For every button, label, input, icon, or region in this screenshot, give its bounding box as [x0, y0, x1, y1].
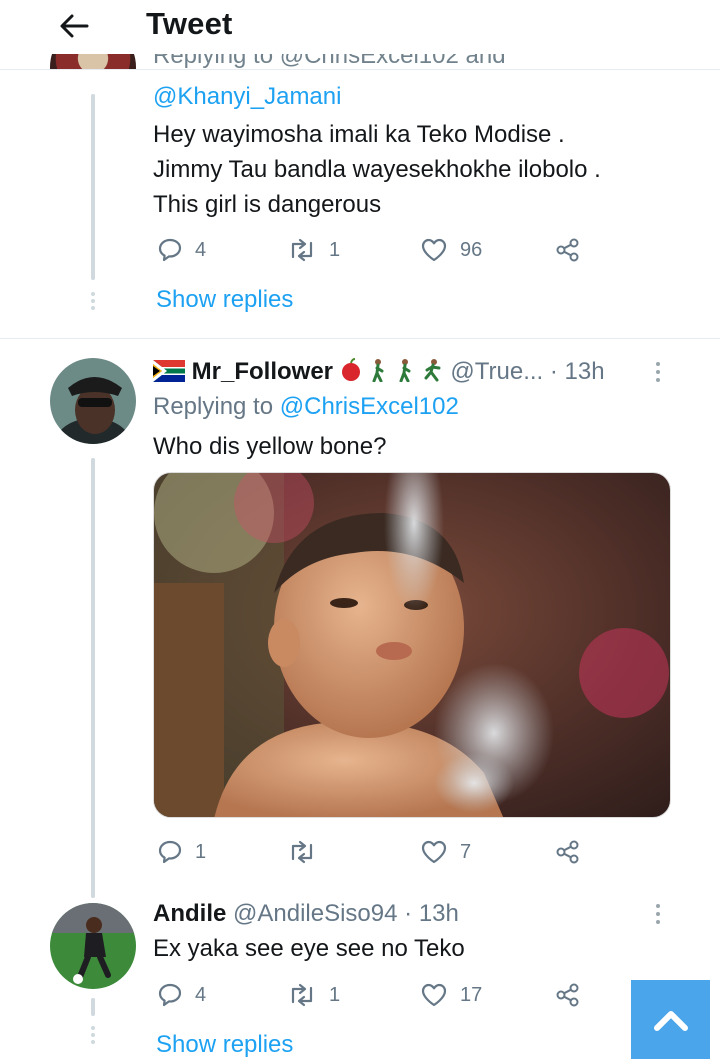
like-button[interactable]: 7 [420, 839, 471, 865]
tweet-text: Ex yaka see eye see no Teko [153, 935, 465, 962]
apple-emoji-icon [340, 358, 369, 385]
tweet-time: · 13h [404, 900, 459, 927]
tweet-text-line: Hey wayimosha imali ka Teko Modise . [153, 121, 565, 148]
share-button[interactable] [555, 839, 581, 865]
tweet-text: Hey wayimosha imali ka Teko Modise . Jim… [153, 117, 693, 222]
retweet-icon [291, 238, 313, 262]
share-icon [556, 983, 579, 1007]
more-icon[interactable] [656, 904, 662, 924]
scroll-to-top-button[interactable] [631, 980, 710, 1059]
chevron-up-icon [653, 1010, 688, 1031]
reply-icon [158, 238, 182, 262]
retweet-button[interactable]: 1 [287, 982, 340, 1008]
avatar[interactable] [50, 903, 136, 989]
share-icon [556, 840, 579, 864]
cutoff-row: Replying to @ChrisExcel102 and [0, 54, 720, 70]
author-handle: @AndileSiso94 [233, 900, 398, 927]
tweet-text: Who dis yellow bone? [153, 433, 387, 460]
avatar[interactable] [50, 54, 136, 69]
reply-count: 4 [195, 983, 207, 1006]
retweet-count: 1 [329, 983, 341, 1006]
like-button[interactable]: 17 [420, 982, 482, 1008]
reply-button[interactable]: 4 [157, 237, 206, 263]
replying-label: Replying to [153, 393, 274, 420]
author-name[interactable]: Mr_Follower [192, 358, 333, 385]
retweet-button[interactable]: 1 [287, 237, 340, 263]
avatar[interactable] [50, 358, 136, 444]
like-button[interactable]: 96 [420, 237, 482, 263]
tweet-time: · 13h [549, 358, 605, 385]
share-icon [556, 238, 579, 262]
retweet-button[interactable] [287, 839, 329, 865]
tweet-text-line: This girl is dangerous [153, 191, 382, 218]
show-replies-link[interactable]: Show replies [156, 1030, 293, 1060]
thread-line [91, 998, 95, 1016]
thread-dots [91, 292, 95, 310]
share-button[interactable] [555, 237, 581, 263]
replying-to: Replying to @ChrisExcel102 [153, 392, 459, 422]
show-replies-link[interactable]: Show replies [156, 285, 293, 315]
thread-dots [91, 1026, 95, 1044]
back-arrow-icon[interactable] [56, 8, 92, 44]
reply-count: 1 [195, 840, 207, 863]
reply-button[interactable]: 1 [157, 839, 206, 865]
south-africa-flag-icon [153, 360, 185, 390]
divider [0, 338, 720, 339]
tweet-text-line: Jimmy Tau bandla wayesekhokhe ilobolo . [153, 156, 601, 183]
walking-emoji-icon [368, 358, 395, 385]
reply-count: 4 [195, 238, 207, 261]
like-icon [421, 238, 447, 262]
like-icon [421, 840, 447, 864]
retweet-icon [291, 983, 313, 1007]
thread-line [91, 458, 95, 898]
like-icon [421, 983, 447, 1007]
thread-line [91, 94, 95, 280]
page-title: Tweet [146, 6, 233, 41]
author-row: Andile @AndileSiso94 · 13h [153, 899, 459, 929]
like-count: 96 [460, 238, 483, 261]
running-emoji-icon [422, 358, 451, 385]
author-handle: @True... [450, 358, 544, 385]
walking-emoji-icon [395, 358, 422, 385]
tweet-photo[interactable] [153, 472, 671, 818]
author-row: Mr_Follower @True... · 13h [153, 357, 605, 390]
more-icon[interactable] [656, 362, 662, 382]
reply-icon [158, 840, 182, 864]
like-count: 7 [460, 840, 472, 863]
mention-link[interactable]: @Khanyi_Jamani [153, 82, 341, 112]
reply-icon [158, 983, 182, 1007]
top-bar: Tweet [0, 0, 720, 54]
like-count: 17 [460, 983, 483, 1006]
replying-to-link[interactable]: @ChrisExcel102 [280, 393, 459, 420]
reply-button[interactable]: 4 [157, 982, 206, 1008]
retweet-icon [291, 840, 313, 864]
share-button[interactable] [555, 982, 581, 1008]
author-name[interactable]: Andile [153, 900, 226, 927]
retweet-count: 1 [329, 238, 341, 261]
replying-to-cutoff: Replying to @ChrisExcel102 and [153, 54, 506, 69]
